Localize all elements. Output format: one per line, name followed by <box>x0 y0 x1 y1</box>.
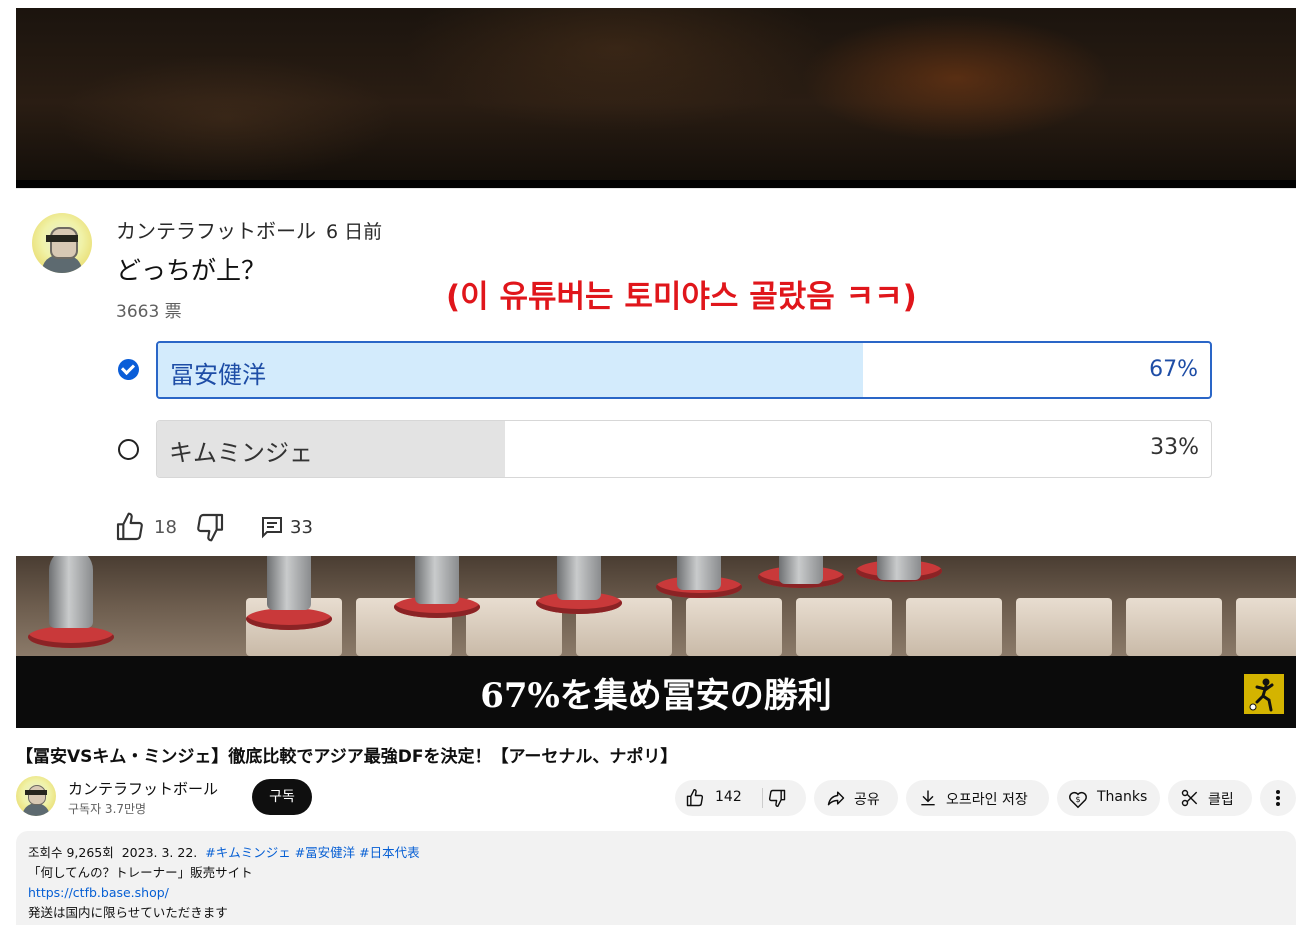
video-title: 【冨安VSキム・ミンジェ】徹底比較でアジア最強DFを決定！【アーセナル、ナポリ】 <box>16 747 678 767</box>
poll-time: 6 日前 <box>326 221 383 243</box>
description-line: 発送は国内に限らせていただきます <box>28 905 228 920</box>
channel-avatar-small[interactable] <box>16 776 56 816</box>
share-button[interactable]: 공유 <box>814 780 898 816</box>
poll-option-1[interactable]: 冨安健洋 67% <box>156 341 1212 399</box>
poll-comment-count: 33 <box>290 517 313 538</box>
thanks-button[interactable]: $ Thanks <box>1057 780 1160 816</box>
poll-option-2-percent: 33% <box>1150 435 1199 460</box>
subscriber-count: 구독자 3.7만명 <box>68 802 147 816</box>
clip-button[interactable]: 클립 <box>1168 780 1252 816</box>
svg-text:$: $ <box>1075 794 1080 804</box>
poll-author: カンテラフットボール 6 日前 <box>116 215 382 244</box>
like-count[interactable]: 142 <box>715 789 742 805</box>
thumb-down-icon[interactable] <box>194 511 226 543</box>
description-meta: 조회수 9,265회 2023. 3. 22. #キムミンジェ #冨安健洋 #日… <box>28 843 1284 863</box>
upload-date: 2023. 3. 22. <box>121 845 198 860</box>
poll-like-count: 18 <box>154 517 177 538</box>
subscribe-button[interactable]: 구독 <box>252 779 312 815</box>
overlay-caption: (이 유튜버는 토미야스 골랐음 ㅋㅋ) <box>446 279 917 315</box>
thanks-icon: $ <box>1069 791 1087 809</box>
download-label: 오프라인 저장 <box>946 792 1028 808</box>
hashtag-link[interactable]: #キムミンジェ <box>205 845 290 860</box>
hashtag-link[interactable]: #冨安健洋 <box>295 845 355 860</box>
poll-option-1-percent: 67% <box>1149 357 1198 382</box>
thumb-up-icon[interactable] <box>114 511 146 543</box>
thanks-label: Thanks <box>1097 789 1148 805</box>
channel-watermark <box>1244 674 1284 714</box>
video-description[interactable]: 조회수 9,265회 2023. 3. 22. #キムミンジェ #冨安健洋 #日… <box>16 831 1296 925</box>
video-player[interactable]: カンテラフットボール 6 日前 どっちが上？ 3663 票 (이 유튜버는 토미야… <box>16 8 1296 728</box>
poll-option-2-label: キムミンジェ <box>169 439 313 467</box>
radio-empty-icon <box>118 439 139 460</box>
poll-author-name: カンテラフットボール <box>116 219 316 243</box>
channel-avatar <box>32 213 92 273</box>
poll-vote-count: 3663 票 <box>116 302 182 322</box>
hashtag-link[interactable]: #日本代表 <box>359 845 419 860</box>
share-icon <box>827 791 845 806</box>
download-button[interactable]: 오프라인 저장 <box>906 780 1049 816</box>
video-background-top <box>16 8 1296 180</box>
subtitle-bar: 67%を集め冨安の勝利 <box>16 656 1296 728</box>
view-count: 조회수 9,265회 <box>28 845 114 860</box>
poll-option-2[interactable]: キムミンジェ 33% <box>156 420 1212 478</box>
check-circle-icon <box>118 359 139 380</box>
share-label: 공유 <box>854 792 880 808</box>
community-poll-card: カンテラフットボール 6 日前 どっちが上？ 3663 票 (이 유튜버는 토미야… <box>16 188 1296 557</box>
thumb-down-icon[interactable] <box>767 788 787 808</box>
description-line: 「何してんの？トレーナー」販売サイト <box>28 865 253 880</box>
video-subtitle: 67%を集め冨安の勝利 <box>480 676 832 716</box>
video-background-chess <box>16 556 1296 656</box>
poll-option-1-label: 冨安健洋 <box>170 361 266 389</box>
scissors-icon <box>1181 789 1198 807</box>
download-icon <box>921 790 935 806</box>
like-dislike-group: 142 <box>675 780 806 816</box>
more-icon[interactable] <box>1260 780 1296 816</box>
description-link[interactable]: https://ctfb.base.shop/ <box>28 883 1284 903</box>
comment-icon[interactable] <box>260 515 284 539</box>
clip-label: 클립 <box>1208 792 1234 808</box>
like-divider <box>762 788 763 808</box>
poll-question: どっちが上？ <box>116 256 267 285</box>
thumb-up-icon[interactable] <box>685 788 705 808</box>
channel-name[interactable]: カンテラフットボール <box>68 778 218 799</box>
